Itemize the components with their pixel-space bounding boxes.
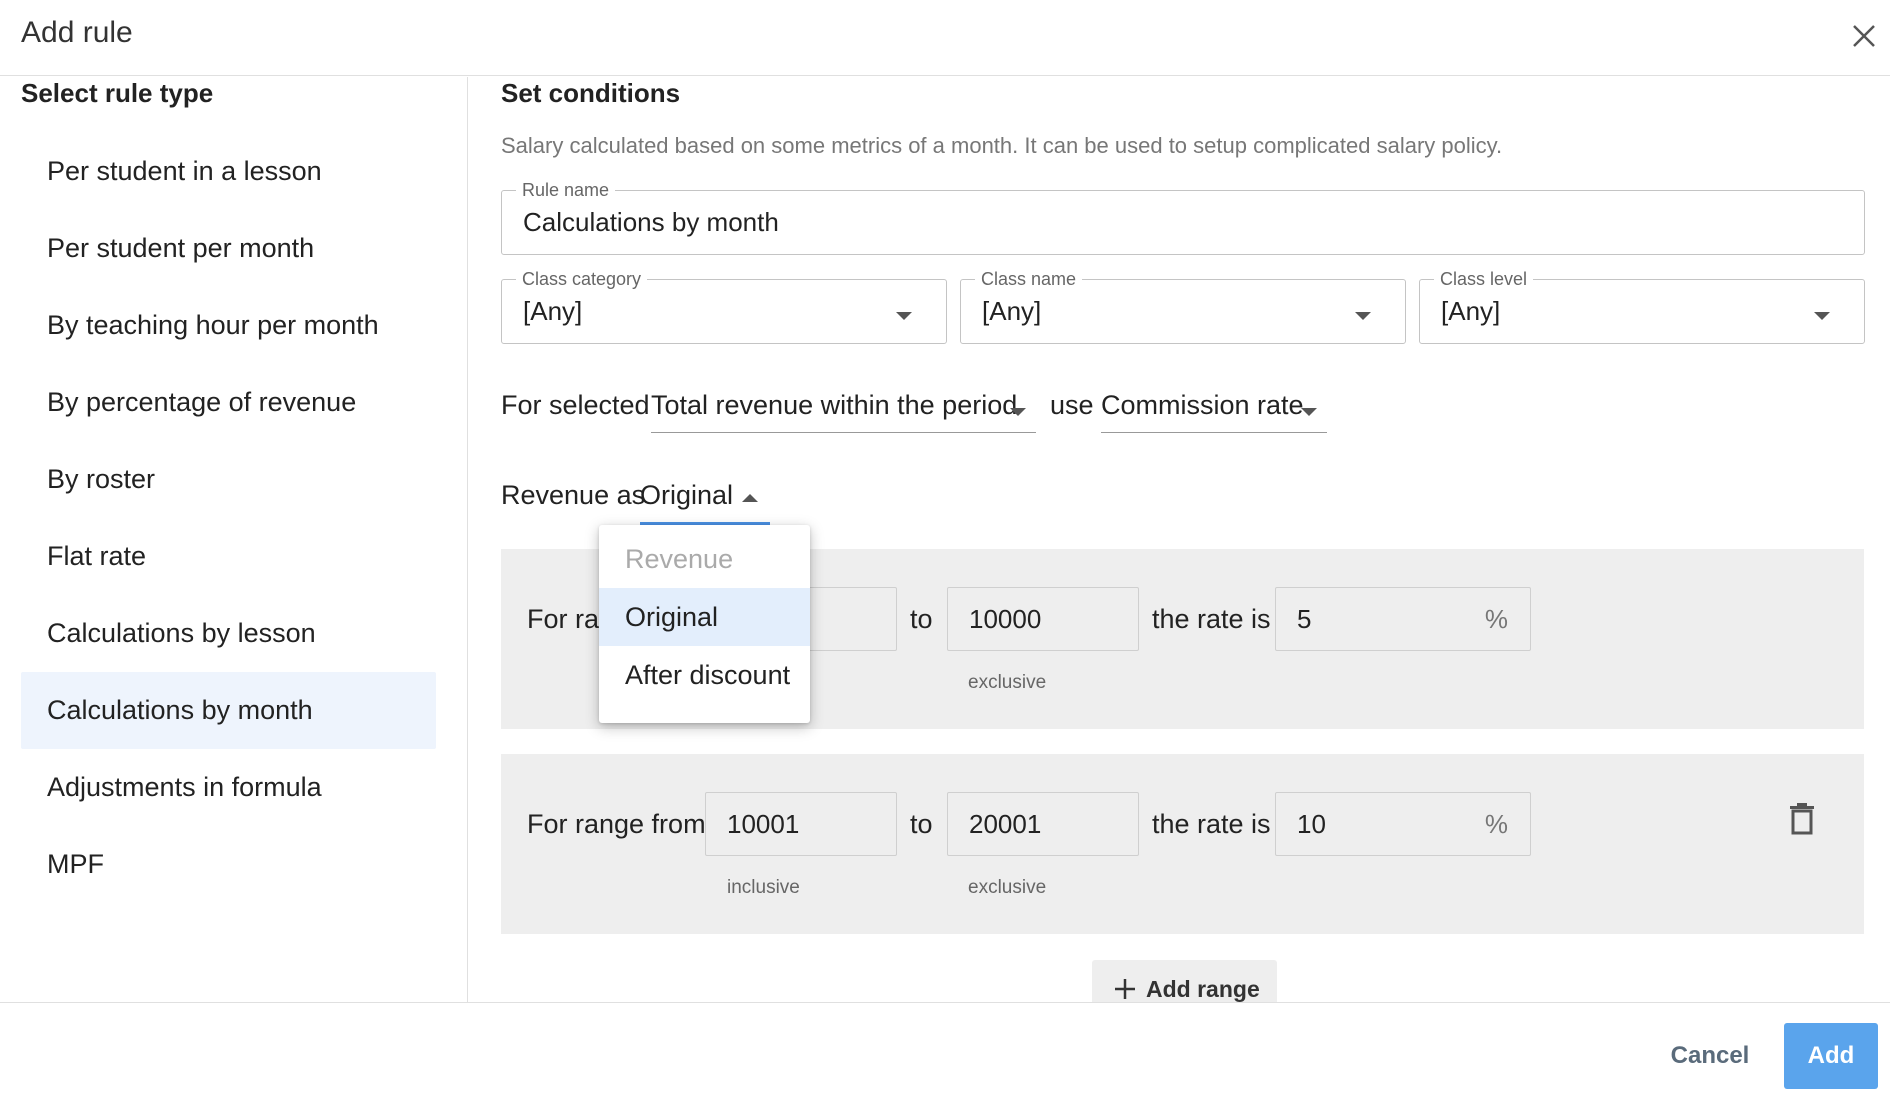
for-selected-label: For selected	[501, 390, 650, 420]
range-1-rate-value: 5	[1297, 604, 1312, 634]
add-range-button[interactable]: Add range	[1092, 960, 1277, 1002]
range-1-to-label: to	[910, 604, 933, 634]
range-1-rate-label: the rate is	[1152, 604, 1271, 634]
class-level-value: [Any]	[1441, 296, 1501, 326]
revenue-option-original[interactable]: Original	[599, 588, 810, 646]
rule-type-list: Per student in a lesson Per student per …	[21, 133, 436, 903]
add-button[interactable]: Add	[1784, 1023, 1878, 1089]
close-icon[interactable]	[1846, 18, 1882, 54]
revenue-as-select[interactable]: Original	[640, 475, 770, 525]
range-1-rate-input[interactable]: 5 %	[1275, 587, 1531, 651]
rule-type-mpf[interactable]: MPF	[21, 826, 436, 903]
range-2-rate-input[interactable]: 10 %	[1275, 792, 1531, 856]
class-level-select[interactable]: Class level [Any]	[1419, 268, 1865, 344]
rule-type-flat-rate[interactable]: Flat rate	[21, 518, 436, 595]
range-2-from-value: 10001	[727, 809, 800, 839]
rule-type-heading: Select rule type	[21, 78, 214, 108]
rule-type-by-teaching-hour-per-month[interactable]: By teaching hour per month	[21, 287, 436, 364]
rule-name-field[interactable]: Rule name Calculations by month	[501, 179, 1865, 255]
chevron-down-icon	[896, 312, 912, 320]
range-2-to-label: to	[910, 809, 933, 839]
dialog-footer: Cancel Add	[0, 1002, 1890, 1102]
rule-type-panel: Select rule type Per student in a lesson…	[0, 77, 468, 1002]
use-label: use	[1050, 390, 1094, 420]
range-1-to-input[interactable]: 10000	[947, 587, 1139, 651]
metric-select-value: Total revenue within the period	[651, 390, 1018, 420]
conditions-panel: Set conditions Salary calculated based o…	[469, 77, 1890, 1002]
chevron-up-icon	[742, 494, 758, 502]
revenue-as-menu: Revenue Original After discount	[599, 525, 810, 723]
range-1-to-helper: exclusive	[968, 672, 1047, 693]
revenue-as-label: Revenue as	[501, 480, 646, 510]
class-name-value: [Any]	[982, 296, 1042, 326]
add-rule-dialog: Add rule Select rule type Per student in…	[0, 0, 1890, 1102]
range-1-to-value: 10000	[969, 604, 1042, 634]
rate-type-select[interactable]: Commission rate	[1101, 385, 1327, 433]
rule-type-by-roster[interactable]: By roster	[21, 441, 436, 518]
rule-type-per-student-per-month[interactable]: Per student per month	[21, 210, 436, 287]
dialog-title: Add rule	[21, 16, 133, 49]
cancel-button[interactable]: Cancel	[1655, 1033, 1765, 1079]
range-2-to-helper: exclusive	[968, 877, 1047, 898]
range-1-rate-suffix: %	[1484, 604, 1508, 634]
rate-type-select-value: Commission rate	[1101, 390, 1304, 420]
rule-type-calculations-by-lesson[interactable]: Calculations by lesson	[21, 595, 436, 672]
class-category-value: [Any]	[523, 296, 583, 326]
range-2-rate-label: the rate is	[1152, 809, 1271, 839]
range-2-rate-suffix: %	[1484, 809, 1508, 839]
chevron-down-icon	[1010, 408, 1026, 416]
class-name-select[interactable]: Class name [Any]	[960, 268, 1406, 344]
chevron-down-icon	[1355, 312, 1371, 320]
range-2-to-value: 20001	[969, 809, 1042, 839]
range-2-from-helper: inclusive	[727, 877, 800, 898]
chevron-down-icon	[1814, 312, 1830, 320]
rule-name-value: Calculations by month	[523, 207, 779, 237]
range-2-rate-value: 10	[1297, 809, 1326, 839]
delete-range-icon[interactable]	[1786, 801, 1818, 837]
range-2-to-input[interactable]: 20001	[947, 792, 1139, 856]
rule-type-adjustments-in-formula[interactable]: Adjustments in formula	[21, 749, 436, 826]
rule-type-per-student-in-a-lesson[interactable]: Per student in a lesson	[21, 133, 436, 210]
chevron-down-icon	[1301, 408, 1317, 416]
range-row-2: For range from 10001 inclusive to 20001 …	[501, 754, 1864, 934]
metric-select[interactable]: Total revenue within the period	[651, 385, 1036, 433]
conditions-heading: Set conditions	[501, 78, 681, 108]
plus-icon	[1115, 979, 1135, 999]
revenue-option-after-discount[interactable]: After discount	[599, 646, 810, 704]
add-range-label: Add range	[1146, 976, 1260, 1002]
range-2-from-label: For range from	[527, 809, 706, 839]
rule-type-by-percentage-of-revenue[interactable]: By percentage of revenue	[21, 364, 436, 441]
revenue-as-select-value: Original	[640, 480, 734, 510]
revenue-menu-header: Revenue	[625, 544, 734, 574]
rule-description: Salary calculated based on some metrics …	[501, 133, 1503, 158]
dialog-header: Add rule	[0, 0, 1890, 76]
range-2-from-input[interactable]: 10001	[705, 792, 897, 856]
rule-type-calculations-by-month[interactable]: Calculations by month	[21, 672, 436, 749]
class-category-select[interactable]: Class category [Any]	[501, 268, 947, 344]
